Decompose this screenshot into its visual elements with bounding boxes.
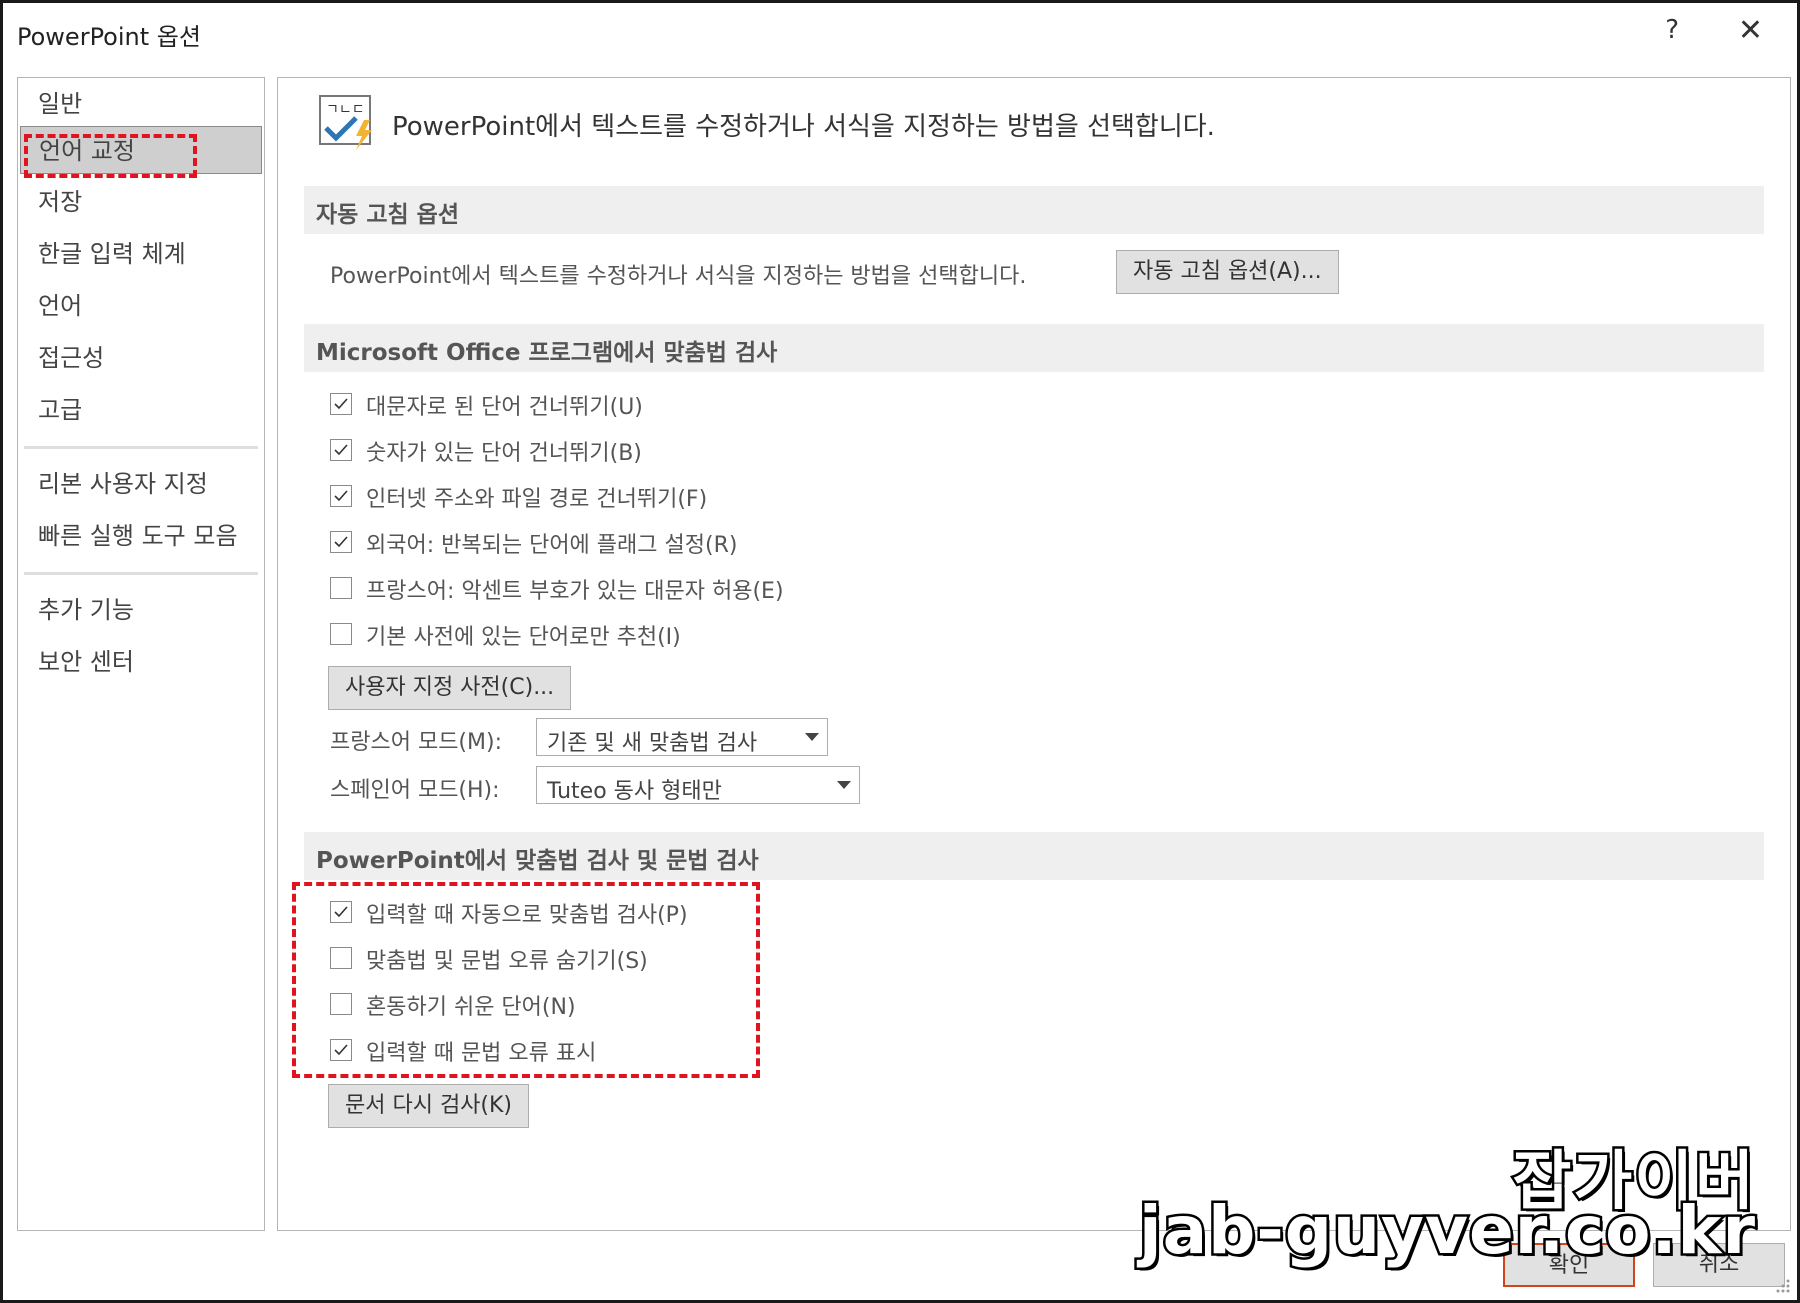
section-header-office-spelling: Microsoft Office 프로그램에서 맞춤법 검사	[304, 324, 1764, 372]
sidebar-item-customize-ribbon[interactable]: 리본 사용자 지정	[20, 460, 262, 508]
check-icon	[334, 490, 348, 502]
section-header-powerpoint-spelling: PowerPoint에서 맞춤법 검사 및 문법 검사	[304, 832, 1764, 880]
sidebar-item-hangul-input[interactable]: 한글 입력 체계	[20, 230, 262, 278]
french-mode-select[interactable]: 기존 및 새 맞춤법 검사	[536, 718, 828, 756]
checkbox-box[interactable]	[330, 393, 352, 415]
checkbox-box[interactable]	[330, 623, 352, 645]
checkbox-box[interactable]	[330, 577, 352, 599]
spanish-mode-select[interactable]: Tuteo 동사 형태만	[536, 766, 860, 804]
check-icon	[334, 906, 348, 918]
check-icon	[334, 398, 348, 410]
checkbox-label: 입력할 때 문법 오류 표시	[366, 1041, 597, 1066]
checkbox-label: 혼동하기 쉬운 단어(N)	[366, 995, 576, 1020]
dropdown-arrow-icon	[805, 733, 819, 741]
check-icon	[334, 1044, 348, 1056]
checkbox-label: 대문자로 된 단어 건너뛰기(U)	[366, 395, 643, 420]
highlight-box-proofing	[24, 134, 197, 178]
sidebar-divider	[24, 446, 258, 449]
custom-dictionaries-button[interactable]: 사용자 지정 사전(C)...	[328, 666, 572, 710]
sidebar-item-save[interactable]: 저장	[20, 178, 262, 226]
proofing-panel: ㄱㄴㄷ PowerPoint에서 텍스트를 수정하거나 서식을 지정하는 방법을…	[277, 77, 1791, 1231]
sidebar-item-accessibility[interactable]: 접근성	[20, 334, 262, 382]
dialog-title: PowerPoint 옵션	[17, 23, 201, 51]
check-icon	[334, 444, 348, 456]
section-title: 자동 고침 옵션	[316, 202, 459, 228]
checkbox-box[interactable]	[330, 1039, 352, 1061]
autocorrect-options-button[interactable]: 자동 고침 옵션(A)...	[1116, 250, 1339, 294]
close-button[interactable]: ✕	[1738, 13, 1763, 48]
check-icon	[334, 536, 348, 548]
checkbox-label: 기본 사전에 있는 단어로만 추천(I)	[366, 625, 681, 650]
sidebar-item-advanced[interactable]: 고급	[20, 386, 262, 434]
spanish-mode-label: 스페인어 모드(H):	[330, 778, 500, 803]
checkbox-label: 맞춤법 및 문법 오류 숨기기(S)	[366, 949, 648, 974]
svg-text:ㄱㄴㄷ: ㄱㄴㄷ	[326, 102, 365, 118]
section-header-autocorrect: 자동 고침 옵션	[304, 186, 1764, 234]
help-button[interactable]: ?	[1665, 15, 1679, 45]
checkbox-box[interactable]	[330, 947, 352, 969]
checkbox-box[interactable]	[330, 439, 352, 461]
checkbox-box[interactable]	[330, 901, 352, 923]
sidebar-item-trust-center[interactable]: 보안 센터	[20, 638, 262, 686]
section-title: Microsoft Office 프로그램에서 맞춤법 검사	[316, 340, 778, 366]
checkbox-label: 인터넷 주소와 파일 경로 건너뛰기(F)	[366, 487, 708, 512]
checkbox-label: 외국어: 반복되는 단어에 플래그 설정(R)	[366, 533, 738, 558]
recheck-document-button[interactable]: 문서 다시 검사(K)	[328, 1084, 530, 1128]
dropdown-arrow-icon	[837, 781, 851, 789]
sidebar-divider	[24, 572, 258, 575]
title-bar: PowerPoint 옵션 ? ✕	[3, 3, 1797, 65]
intro-text: PowerPoint에서 텍스트를 수정하거나 서식을 지정하는 방법을 선택합…	[392, 112, 1215, 142]
proofing-abc-check-icon: ㄱㄴㄷ	[318, 94, 376, 152]
sidebar-item-language[interactable]: 언어	[20, 282, 262, 330]
select-value: 기존 및 새 맞춤법 검사	[547, 731, 758, 756]
checkbox-label: 프랑스어: 악센트 부호가 있는 대문자 허용(E)	[366, 579, 784, 604]
checkbox-box[interactable]	[330, 993, 352, 1015]
sidebar-item-add-ins[interactable]: 추가 기능	[20, 586, 262, 634]
checkbox-label: 입력할 때 자동으로 맞춤법 검사(P)	[366, 903, 688, 928]
select-value: Tuteo 동사 형태만	[547, 779, 722, 804]
french-mode-label: 프랑스어 모드(M):	[330, 730, 502, 755]
checkbox-label: 숫자가 있는 단어 건너뛰기(B)	[366, 441, 642, 466]
checkbox-box[interactable]	[330, 531, 352, 553]
watermark-url: jab-guyver.co.kr	[1136, 1190, 1757, 1272]
sidebar-nav: 일반 언어 교정 저장 한글 입력 체계 언어 접근성 고급 리본 사용자 지정…	[17, 77, 265, 1231]
section-title: PowerPoint에서 맞춤법 검사 및 문법 검사	[316, 848, 759, 874]
sidebar-item-general[interactable]: 일반	[20, 80, 262, 128]
autocorrect-description: PowerPoint에서 텍스트를 수정하거나 서식을 지정하는 방법을 선택합…	[330, 264, 1027, 289]
options-dialog: PowerPoint 옵션 ? ✕ 일반 언어 교정 저장 한글 입력 체계 언…	[0, 0, 1800, 1303]
sidebar-item-quick-access-toolbar[interactable]: 빠른 실행 도구 모음	[20, 512, 262, 560]
resize-grip-icon[interactable]	[1773, 1276, 1791, 1294]
checkbox-box[interactable]	[330, 485, 352, 507]
